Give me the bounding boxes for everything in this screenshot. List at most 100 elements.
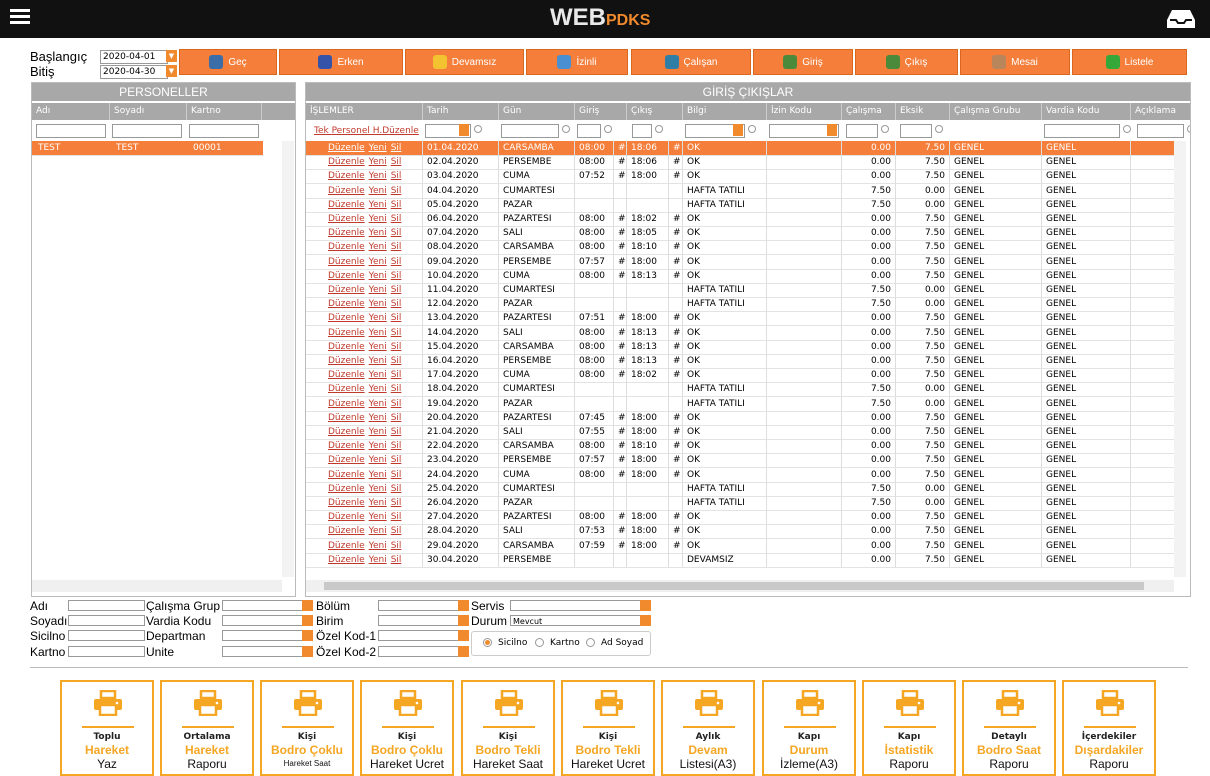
row-edit-link[interactable]: Düzenle — [328, 441, 365, 451]
row-edit-link[interactable]: Düzenle — [328, 384, 365, 394]
entries-horizontal-scrollbar[interactable] — [306, 580, 1174, 592]
entries-col-3[interactable]: Giriş — [575, 103, 627, 120]
filter-field-c1-1[interactable] — [68, 615, 145, 626]
row-edit-link[interactable]: Düzenle — [328, 498, 365, 508]
row-edit-link[interactable]: Düzenle — [328, 470, 365, 480]
row-new-link[interactable]: Yeni — [369, 157, 387, 167]
row-new-link[interactable]: Yeni — [369, 200, 387, 210]
filter-field-c2-2[interactable] — [222, 630, 313, 641]
row-new-link[interactable]: Yeni — [369, 370, 387, 380]
row-edit-link[interactable]: Düzenle — [328, 356, 365, 366]
row-delete-link[interactable]: Sil — [391, 526, 402, 536]
row-delete-link[interactable]: Sil — [391, 470, 402, 480]
row-edit-link[interactable]: Düzenle — [328, 143, 365, 153]
row-new-link[interactable]: Yeni — [369, 484, 387, 494]
servis-select-dropdown[interactable] — [640, 600, 651, 611]
row-edit-link[interactable]: Düzenle — [328, 171, 365, 181]
filter-funnel-icon[interactable] — [562, 125, 570, 133]
row-new-link[interactable]: Yeni — [369, 470, 387, 480]
row-delete-link[interactable]: Sil — [391, 512, 402, 522]
table-row[interactable]: Düzenle Yeni Sil 02.04.2020 PERSEMBE 08:00 #18… — [306, 155, 1174, 171]
row-new-link[interactable]: Yeni — [369, 399, 387, 409]
filter-surname-input[interactable] — [112, 124, 182, 138]
row-new-link[interactable]: Yeni — [369, 427, 387, 437]
table-row[interactable]: Düzenle Yeni Sil 11.04.2020 CUMARTESI HAFTA T… — [306, 283, 1174, 298]
filter-field-c1-3[interactable] — [68, 646, 145, 657]
table-row[interactable]: Düzenle Yeni Sil 29.04.2020 CARSAMBA 07:59 #18… — [306, 538, 1174, 554]
entries-col-6[interactable]: İzin Kodu — [767, 103, 842, 120]
row-edit-link[interactable]: Düzenle — [328, 512, 365, 522]
filter-field-c2-0[interactable] — [222, 600, 313, 611]
row-edit-link[interactable]: Düzenle — [328, 370, 365, 380]
row-new-link[interactable]: Yeni — [369, 356, 387, 366]
row-new-link[interactable]: Yeni — [369, 498, 387, 508]
row-delete-link[interactable]: Sil — [391, 157, 402, 167]
toolbar-button-4[interactable]: Çalışan — [631, 49, 751, 75]
toolbar-button-2[interactable]: Devamsız — [405, 49, 524, 75]
toolbar-button-6[interactable]: Çıkış — [855, 49, 958, 75]
toolbar-button-8[interactable]: Listele — [1072, 49, 1187, 75]
row-edit-link[interactable]: Düzenle — [328, 271, 365, 281]
start-date-dropdown[interactable]: ▼ — [166, 50, 177, 62]
row-edit-link[interactable]: Düzenle — [328, 399, 365, 409]
row-new-link[interactable]: Yeni — [369, 257, 387, 267]
row-new-link[interactable]: Yeni — [369, 541, 387, 551]
row-new-link[interactable]: Yeni — [369, 186, 387, 196]
entries-col-9[interactable]: Çalışma Grubu — [950, 103, 1042, 120]
table-row[interactable]: Düzenle Yeni Sil 10.04.2020 CUMA 08:00 #18:13 #… — [306, 268, 1174, 284]
row-delete-link[interactable]: Sil — [391, 413, 402, 423]
row-delete-link[interactable]: Sil — [391, 342, 402, 352]
table-row[interactable]: Düzenle Yeni Sil 26.04.2020 PAZAR HAFTA TATIL… — [306, 496, 1174, 511]
table-row[interactable]: Düzenle Yeni Sil 21.04.2020 SALI 07:55 #18:00 #… — [306, 425, 1174, 440]
filter-funnel-icon[interactable] — [748, 125, 756, 133]
entries-col-8[interactable]: Eksik — [896, 103, 950, 120]
row-delete-link[interactable]: Sil — [391, 228, 402, 238]
filter-funnel-icon[interactable] — [881, 125, 889, 133]
row-edit-link[interactable]: Düzenle — [328, 541, 365, 551]
radio-adsoyad[interactable] — [586, 638, 595, 647]
report-button-7[interactable]: Kapı Durum İzleme(A3) — [762, 680, 856, 776]
filter-field-c3-0-dropdown[interactable] — [458, 600, 469, 611]
report-button-9[interactable]: Detaylı Bodro Saat Raporu — [962, 680, 1056, 776]
row-delete-link[interactable]: Sil — [391, 370, 402, 380]
toolbar-button-7[interactable]: Mesai — [960, 49, 1070, 75]
table-row[interactable]: Düzenle Yeni Sil 01.04.2020 CARSAMBA 08:00 #18… — [306, 141, 1174, 156]
filter-field-c2-0-dropdown[interactable] — [302, 600, 313, 611]
report-button-2[interactable]: Kişi Bodro Çoklu Hareket Saat — [260, 680, 354, 776]
filter-field-c1-2[interactable] — [68, 630, 145, 641]
table-row[interactable]: Düzenle Yeni Sil 05.04.2020 PAZAR HAFTA TATIL… — [306, 197, 1174, 213]
report-button-5[interactable]: Kişi Bodro Tekli Hareket Ucret — [561, 680, 655, 776]
entries-scroll-thumb[interactable] — [324, 582, 1144, 590]
table-row[interactable]: Düzenle Yeni Sil 06.04.2020 PAZARTESI 08:00 #1… — [306, 212, 1174, 227]
row-new-link[interactable]: Yeni — [369, 413, 387, 423]
row-delete-link[interactable]: Sil — [391, 186, 402, 196]
table-row[interactable]: Düzenle Yeni Sil 23.04.2020 PERSEMBE 07:57 #18… — [306, 453, 1174, 469]
table-row[interactable]: Düzenle Yeni Sil 14.04.2020 SALI 08:00 #18:13 #… — [306, 325, 1174, 341]
filter-funnel-icon[interactable] — [655, 125, 663, 133]
filter-field-c3-2[interactable] — [378, 630, 469, 641]
row-delete-link[interactable]: Sil — [391, 384, 402, 394]
report-button-1[interactable]: Ortalama Hareket Raporu — [160, 680, 254, 776]
row-delete-link[interactable]: Sil — [391, 399, 402, 409]
table-row[interactable]: Düzenle Yeni Sil 30.04.2020 PERSEMBE DEVAMSIZ… — [306, 552, 1174, 568]
row-new-link[interactable]: Yeni — [369, 271, 387, 281]
filter-funnel-icon[interactable] — [604, 125, 612, 133]
toolbar-button-1[interactable]: Erken — [279, 49, 403, 75]
entries-filter-input-8[interactable] — [1137, 124, 1184, 138]
durum-select[interactable]: Mevcut — [510, 615, 651, 626]
row-delete-link[interactable]: Sil — [391, 484, 402, 494]
table-row[interactable]: Düzenle Yeni Sil 17.04.2020 CUMA 08:00 #18:02 #… — [306, 368, 1174, 384]
table-row[interactable]: Düzenle Yeni Sil 09.04.2020 PERSEMBE 07:57 #18… — [306, 254, 1174, 270]
row-delete-link[interactable]: Sil — [391, 356, 402, 366]
personnel-horizontal-scrollbar[interactable] — [32, 580, 282, 592]
row-edit-link[interactable]: Düzenle — [328, 242, 365, 252]
table-row[interactable]: Düzenle Yeni Sil 03.04.2020 CUMA 07:52 #18:00 #… — [306, 169, 1174, 185]
row-new-link[interactable]: Yeni — [369, 526, 387, 536]
start-date-input[interactable]: 2020-04-01 — [100, 50, 168, 64]
filter-cardno-input[interactable] — [189, 124, 259, 138]
entries-col-2[interactable]: Gün — [499, 103, 575, 120]
entries-filter-input-5[interactable] — [846, 124, 878, 138]
row-delete-link[interactable]: Sil — [391, 299, 402, 309]
report-button-10[interactable]: İçerdekiler Dışardakiler Raporu — [1062, 680, 1156, 776]
entries-filter-input-3[interactable] — [632, 124, 652, 138]
